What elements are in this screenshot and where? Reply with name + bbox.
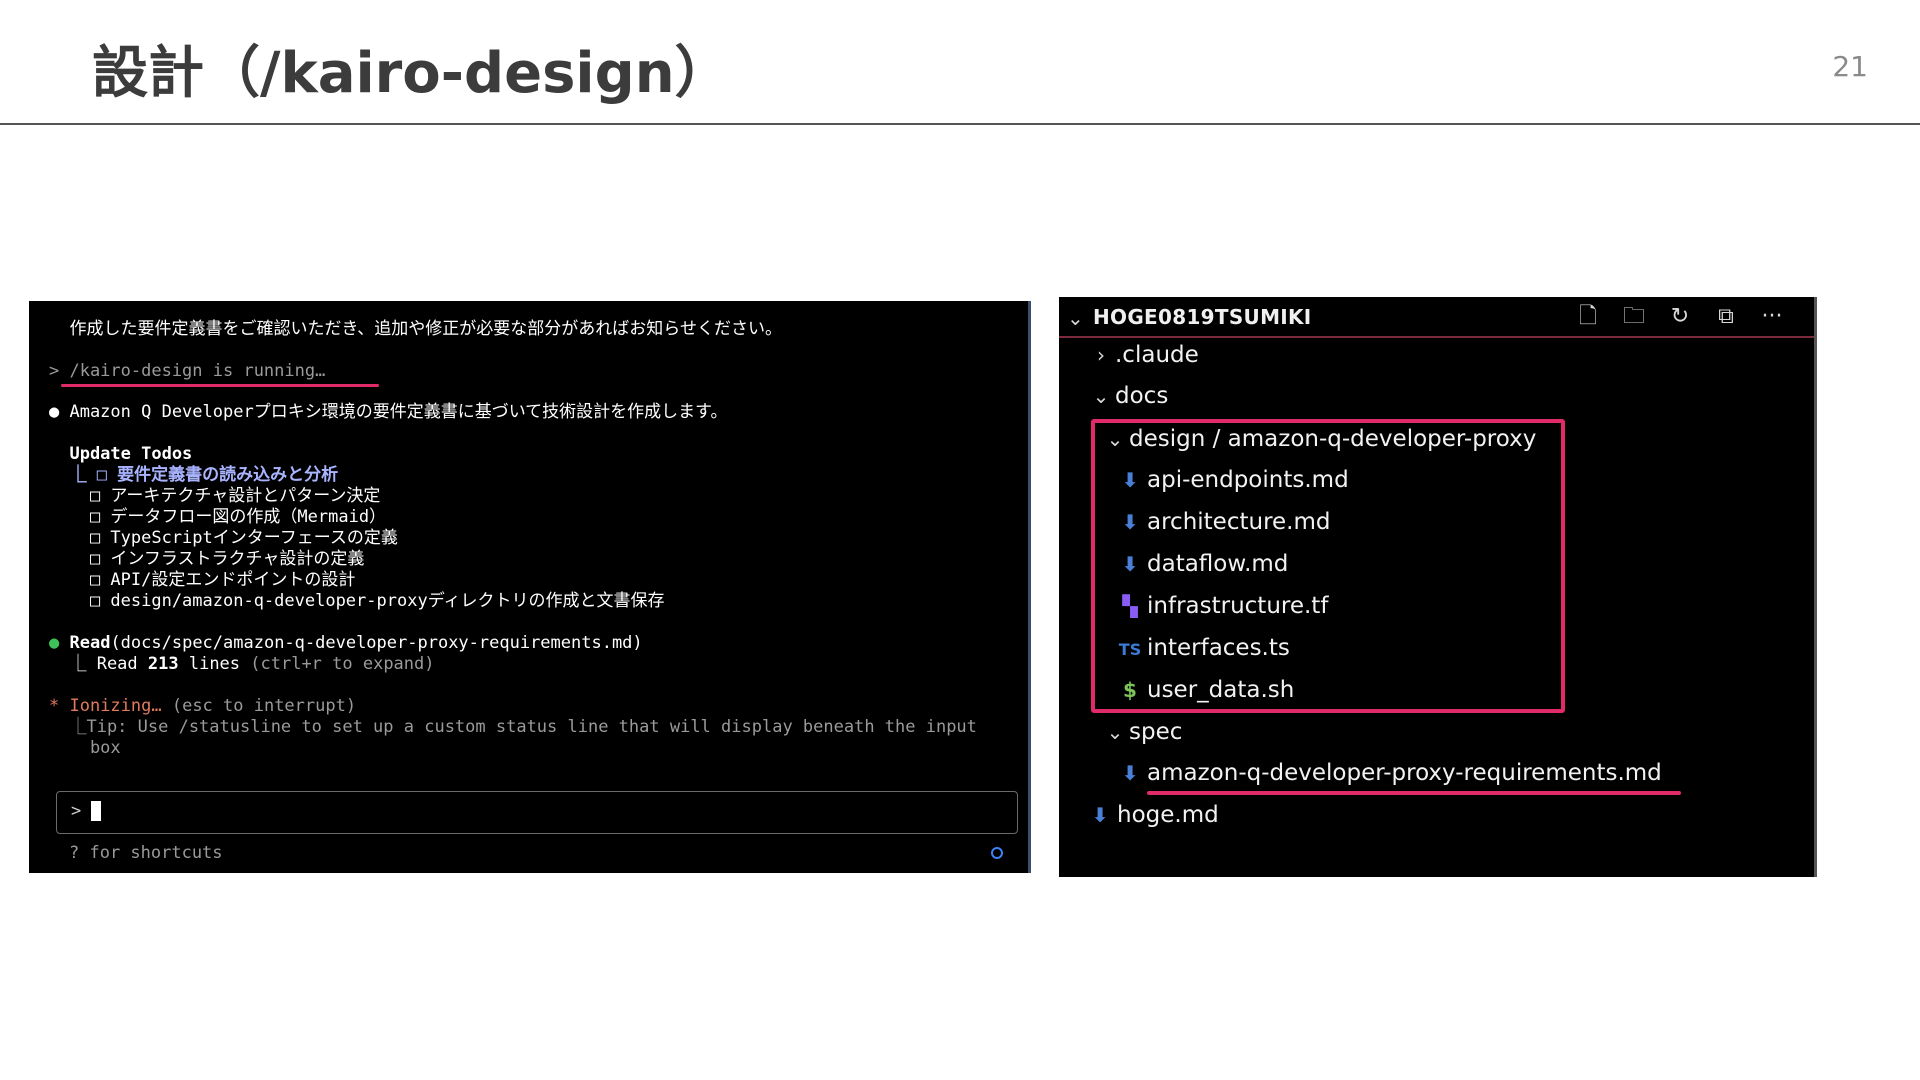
read-count: 213 [147, 654, 179, 674]
chevron-right-icon: › [1097, 343, 1105, 367]
read-label: Read [69, 633, 111, 653]
terminal-line-read: ● Read(docs/spec/amazon-q-developer-prox… [49, 633, 643, 654]
todo-item-7: □ design/amazon-q-developer-proxyディレクトリの… [49, 591, 665, 611]
tree-item-label: docs [1115, 383, 1169, 409]
chevron-down-icon[interactable]: ⌄ [1067, 306, 1084, 330]
terminal-line-command: > /kairo-design is running… [49, 361, 326, 381]
chevron-down-icon: ⌄ [1106, 720, 1124, 744]
todo-item-1: ⎿ □ 要件定義書の読み込みと分析 [49, 465, 339, 485]
read-args: (docs/spec/amazon-q-developer-proxy-requ… [110, 633, 643, 653]
design-folder-highlight [1091, 419, 1565, 713]
ionizing-status: Ionizing… [69, 696, 162, 716]
refresh-icon[interactable]: ↻ [1665, 303, 1695, 331]
markdown-icon: ⬇ [1121, 761, 1139, 785]
tree-item-spec[interactable]: ⌄ spec [1101, 715, 1183, 749]
tree-item-requirements[interactable]: ⬇ amazon-q-developer-proxy-requirements.m… [1113, 756, 1662, 790]
tree-item-docs[interactable]: ⌄ docs [1087, 379, 1169, 413]
new-file-icon[interactable]: 🗋 [1573, 303, 1603, 331]
markdown-icon: ⬇ [1091, 803, 1109, 827]
read-status-dot: ● [49, 633, 70, 653]
file-explorer-screenshot: ⌄ HOGE0819TSUMIKI 🗋 🗀 ↻ ⧉ ··· › .claude ⌄… [1059, 297, 1817, 877]
terminal-screenshot: 作成した要件定義書をご確認いただき、追加や修正が必要な部分があればお知らせくださ… [29, 301, 1031, 873]
page-number: 21 [1832, 50, 1868, 83]
read-expand-hint: (ctrl+r to expand) [240, 654, 435, 674]
tip-line: ⎿Tip: Use /statusline to set up a custom… [49, 717, 977, 737]
todo-item-6: □ API/設定エンドポイントの設計 [49, 570, 356, 590]
chevron-down-icon: ⌄ [1092, 384, 1110, 408]
header-divider [0, 123, 1920, 125]
todo-item-5: □ インフラストラクチャ設計の定義 [49, 549, 365, 569]
slide-title: 設計（/kairo-design） [92, 41, 731, 106]
command-underline [61, 384, 379, 387]
todo-item-4: □ TypeScriptインターフェースの定義 [49, 528, 398, 548]
tip-line-wrap: box [49, 738, 121, 758]
status-circle-icon [991, 847, 1003, 859]
collapse-all-icon[interactable]: ⧉ [1711, 303, 1741, 331]
requirements-underline [1147, 791, 1681, 795]
tree-item-label: spec [1129, 719, 1183, 745]
more-icon[interactable]: ··· [1757, 303, 1787, 331]
text-cursor [91, 801, 101, 821]
explorer-border [1814, 297, 1817, 877]
tree-item-label: hoge.md [1117, 802, 1219, 828]
todos-heading: Update Todos [49, 444, 193, 464]
terminal-line-intro: ● Amazon Q Developerプロキシ環境の要件定義書に基づいて技術設… [49, 402, 728, 422]
terminal-line-ionizing: * Ionizing… (esc to interrupt) [49, 696, 356, 717]
interrupt-hint: (esc to interrupt) [161, 696, 357, 716]
tree-item-label: .claude [1115, 342, 1199, 368]
tree-item-hoge[interactable]: ⬇ hoge.md [1083, 798, 1219, 832]
todo-item-2: □ アーキテクチャ設計とパターン決定 [49, 486, 381, 506]
explorer-title[interactable]: HOGE0819TSUMIKI [1093, 305, 1312, 329]
tree-item-claude[interactable]: › .claude [1087, 338, 1199, 372]
new-folder-icon[interactable]: 🗀 [1619, 303, 1649, 331]
read-count-suffix: lines [178, 654, 241, 674]
terminal-line-confirm: 作成した要件定義書をご確認いただき、追加や修正が必要な部分があればお知らせくださ… [49, 319, 782, 339]
todo-item-3: □ データフロー図の作成（Mermaid） [49, 507, 387, 527]
terminal-input[interactable]: > [56, 791, 1018, 834]
terminal-line-read-count: ⎿ Read 213 lines (ctrl+r to expand) [49, 654, 435, 675]
input-prompt: > [71, 801, 82, 821]
explorer-toolbar: 🗋 🗀 ↻ ⧉ ··· [1573, 303, 1787, 331]
spinner-icon: * [49, 696, 70, 716]
shortcuts-hint: ? for shortcuts [69, 843, 223, 863]
read-count-prefix: ⎿ Read [49, 654, 148, 674]
tree-item-label: amazon-q-developer-proxy-requirements.md [1147, 760, 1662, 786]
